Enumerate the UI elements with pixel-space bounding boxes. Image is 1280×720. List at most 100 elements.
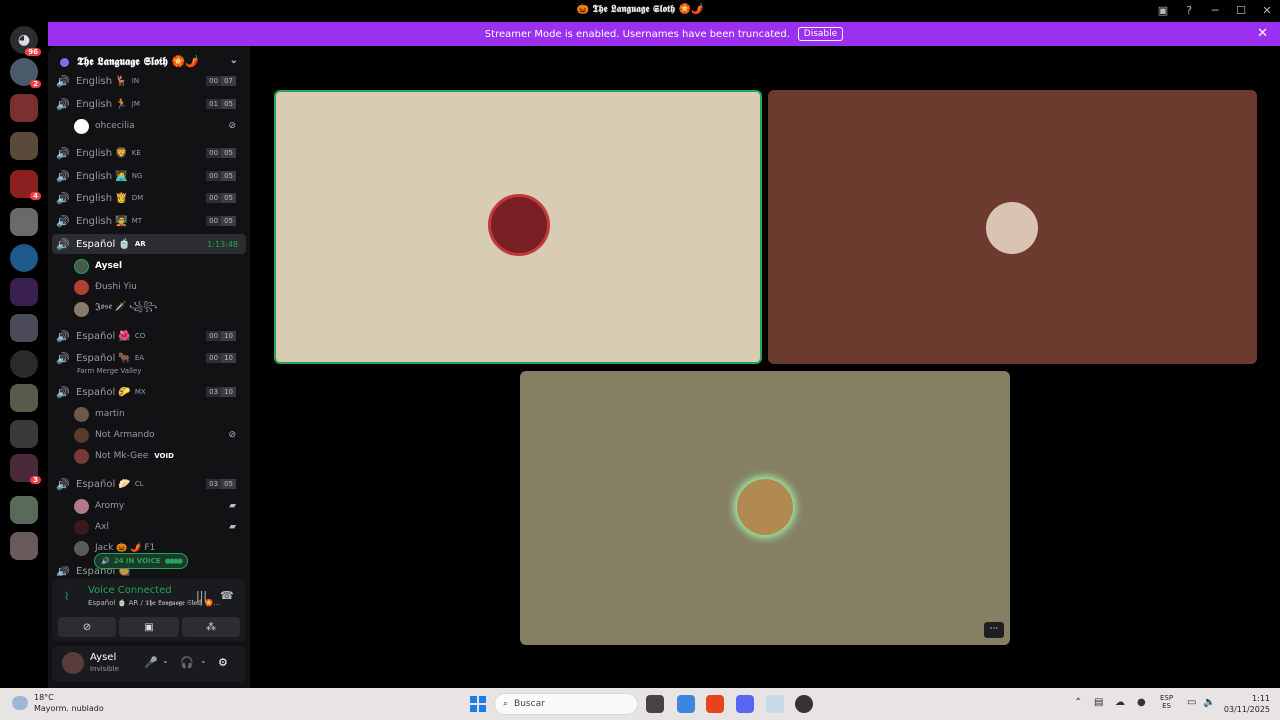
- server-folder-icon[interactable]: 3: [10, 454, 41, 484]
- network-icon[interactable]: ▭: [1187, 697, 1196, 708]
- weather-temperature[interactable]: 18°C: [34, 693, 54, 702]
- voice-user[interactable]: Not Armando ⊘: [74, 425, 244, 445]
- video-tile[interactable]: [768, 90, 1257, 364]
- chevron-down-icon[interactable]: ⌄: [162, 656, 169, 665]
- taskbar-clock[interactable]: 1:11 03/11/2025: [1224, 693, 1270, 715]
- avatar: [74, 279, 89, 295]
- server-folder-icon[interactable]: [10, 384, 38, 412]
- user-name: Axl: [95, 522, 109, 532]
- discord-app-icon[interactable]: [736, 695, 754, 713]
- screen-share-button[interactable]: ▣: [119, 617, 179, 637]
- voice-channel[interactable]: 🔊 Español 🐂 EA 00 10: [52, 348, 246, 368]
- voice-channel[interactable]: 🔊 English 🏃 JM 01 05: [52, 94, 246, 114]
- taskbar-search[interactable]: ⌕ Buscar: [494, 693, 638, 715]
- brave-browser-icon[interactable]: [706, 695, 724, 713]
- channel-name: Español 🌺: [76, 330, 131, 342]
- headphones-icon[interactable]: 🎧: [180, 656, 194, 669]
- show-hidden-icons-icon[interactable]: ⌃: [1074, 697, 1082, 708]
- voice-channel[interactable]: 🔊 Español 🌮 MX 03 10: [52, 382, 246, 402]
- voice-user-self[interactable]: Aysel: [74, 256, 244, 276]
- disconnect-icon[interactable]: ☎: [220, 589, 234, 602]
- settings-gear-icon[interactable]: ⚙: [218, 656, 228, 669]
- voice-user[interactable]: Not Mk-Gee VOID: [74, 446, 244, 466]
- speaker-icon: 🔊: [56, 385, 70, 399]
- snipping-tool-icon[interactable]: [766, 695, 784, 713]
- voice-channel[interactable]: 🔊 Español 🥟 CL 03 05: [52, 474, 246, 494]
- server-icon[interactable]: [10, 244, 38, 272]
- voice-user[interactable]: ohcecilia ⊘: [74, 116, 244, 136]
- user-panel-name[interactable]: Aysel: [90, 652, 116, 663]
- microphone-icon[interactable]: 🎤: [144, 656, 158, 669]
- volume-icon[interactable]: 🔈: [1203, 697, 1215, 708]
- banner-text: Streamer Mode is enabled. Usernames have…: [484, 28, 790, 40]
- server-folder-icon[interactable]: [10, 532, 38, 560]
- close-window-button[interactable]: ✕: [1254, 0, 1280, 21]
- microphone-tray-icon[interactable]: ●: [1137, 697, 1146, 708]
- server-icon[interactable]: [10, 350, 38, 378]
- server-folder-icon[interactable]: [10, 420, 38, 448]
- inbox-icon[interactable]: ▣: [1150, 0, 1176, 21]
- video-tile-speaking[interactable]: [274, 90, 762, 364]
- chevron-down-icon[interactable]: ⌄: [230, 55, 238, 66]
- channel-user-count: 00 05: [206, 148, 236, 158]
- weather-icon[interactable]: [12, 696, 28, 710]
- voice-channel[interactable]: 🔊 English 🦌 IN 00 07: [52, 71, 246, 91]
- chevron-down-icon[interactable]: ⌄: [200, 656, 207, 665]
- avatar: [74, 519, 89, 535]
- copilot-icon[interactable]: [677, 695, 695, 713]
- server-icon[interactable]: 2: [10, 58, 41, 88]
- maximize-button[interactable]: ☐: [1228, 0, 1254, 21]
- speaker-icon: 🔊: [56, 237, 70, 251]
- voice-channel-active[interactable]: 🔊 Español 🍵 AR 1:13:48: [52, 234, 246, 254]
- disable-streamer-mode-button[interactable]: Disable: [797, 27, 844, 41]
- voice-user[interactable]: Axl ▰: [74, 517, 244, 537]
- noise-suppression-icon[interactable]: |||: [196, 589, 207, 602]
- server-folder-icon[interactable]: [10, 496, 38, 524]
- server-folder-icon[interactable]: [10, 314, 38, 342]
- more-options-button[interactable]: ···: [984, 622, 1004, 638]
- title-bar-controls: ▣ ? ─ ☐ ✕: [1150, 0, 1280, 21]
- voice-user[interactable]: Ðushi Yiu: [74, 277, 244, 297]
- help-icon[interactable]: ?: [1176, 0, 1202, 21]
- speaker-icon: 🔊: [56, 351, 70, 365]
- user-name: Not Armando: [95, 430, 155, 440]
- server-folder-icon[interactable]: [10, 208, 38, 236]
- voice-channel[interactable]: 🔊 English 🧑‍🏫 MT 00 05: [52, 211, 246, 231]
- app-icon[interactable]: [795, 695, 813, 713]
- language-indicator[interactable]: ESP ES: [1160, 694, 1173, 710]
- minimize-button[interactable]: ─: [1202, 0, 1228, 21]
- window-title: 🎃 𝕿𝖍𝖊 𝕷𝖆𝖓𝖌𝖚𝖆𝖌𝖊 𝕾𝖑𝖔𝖙𝖍 🏵️🌶️: [576, 4, 704, 15]
- weather-description[interactable]: Mayorm. nublado: [34, 704, 104, 713]
- avatar[interactable]: [62, 652, 84, 674]
- voice-channel[interactable]: 🔊 Español 🌺 CO 00 10: [52, 326, 246, 346]
- voice-channel[interactable]: 🔊 English 👸 DM 00 05: [52, 188, 246, 208]
- server-folder-icon[interactable]: 4: [10, 170, 41, 200]
- server-folder-icon[interactable]: [10, 132, 38, 160]
- user-name: Jack 🎃 🌶️ F1: [95, 543, 156, 553]
- voice-channel[interactable]: 🔊 English 🦁 KE 00 05: [52, 143, 246, 163]
- signal-icon[interactable]: ⌇: [64, 590, 69, 603]
- close-banner-icon[interactable]: ✕: [1257, 26, 1268, 41]
- start-button[interactable]: [470, 696, 486, 712]
- voice-user[interactable]: Aromy ▰: [74, 496, 244, 516]
- voice-status[interactable]: Voice Connected: [88, 585, 172, 596]
- camera-toggle-button[interactable]: ⊘: [58, 617, 116, 637]
- user-name: martin: [95, 409, 125, 419]
- server-folder-icon[interactable]: [10, 94, 38, 122]
- voice-user[interactable]: 𝕵𝖔𝖘𝖊 🗡️ ꧁꧂: [74, 299, 244, 319]
- video-tile[interactable]: ···: [520, 371, 1010, 645]
- task-view-icon[interactable]: [646, 695, 664, 713]
- cloud-icon[interactable]: ☁: [1115, 697, 1125, 708]
- server-folder-icon[interactable]: [10, 278, 38, 306]
- in-voice-pill[interactable]: 🔊 24 IN VOICE ●●●●: [94, 553, 189, 569]
- channel-suffix: NG: [131, 172, 143, 180]
- voice-user[interactable]: martin: [74, 404, 244, 424]
- direct-messages-icon[interactable]: ◕ 96: [10, 26, 41, 56]
- channel-name: English 👸: [76, 192, 128, 204]
- server-badge: 2: [30, 80, 41, 88]
- participant-avatar: [986, 202, 1038, 254]
- tray-app-icon[interactable]: ▤: [1094, 697, 1103, 708]
- server-rail: ◕ 96 2 4 3: [0, 22, 48, 688]
- voice-channel[interactable]: 🔊 English 🧑‍💻 NG 00 05: [52, 166, 246, 186]
- activities-button[interactable]: ⁂: [182, 617, 240, 637]
